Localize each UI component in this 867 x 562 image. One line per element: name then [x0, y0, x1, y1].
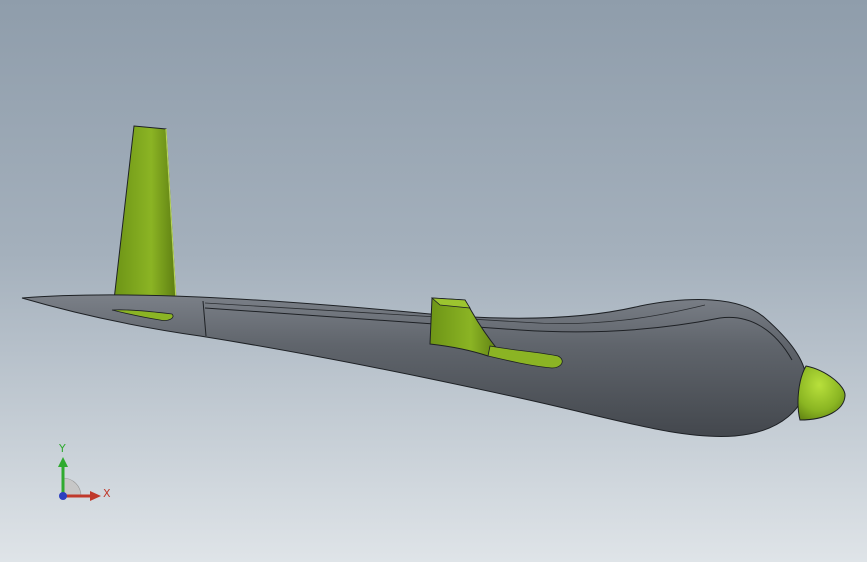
triad-y-label: Y [59, 442, 66, 455]
triad-x-label: X [103, 487, 111, 500]
vertical-tail-fin[interactable] [113, 125, 177, 301]
triad-x-arrow [90, 491, 101, 501]
aircraft-model[interactable] [0, 0, 867, 562]
graphics-viewport[interactable]: Y X [0, 0, 867, 562]
nose-cone[interactable] [797, 365, 846, 421]
triad-y-arrow [58, 457, 68, 467]
triad-z-axis [59, 492, 67, 500]
reference-triad: Y X [48, 440, 118, 510]
